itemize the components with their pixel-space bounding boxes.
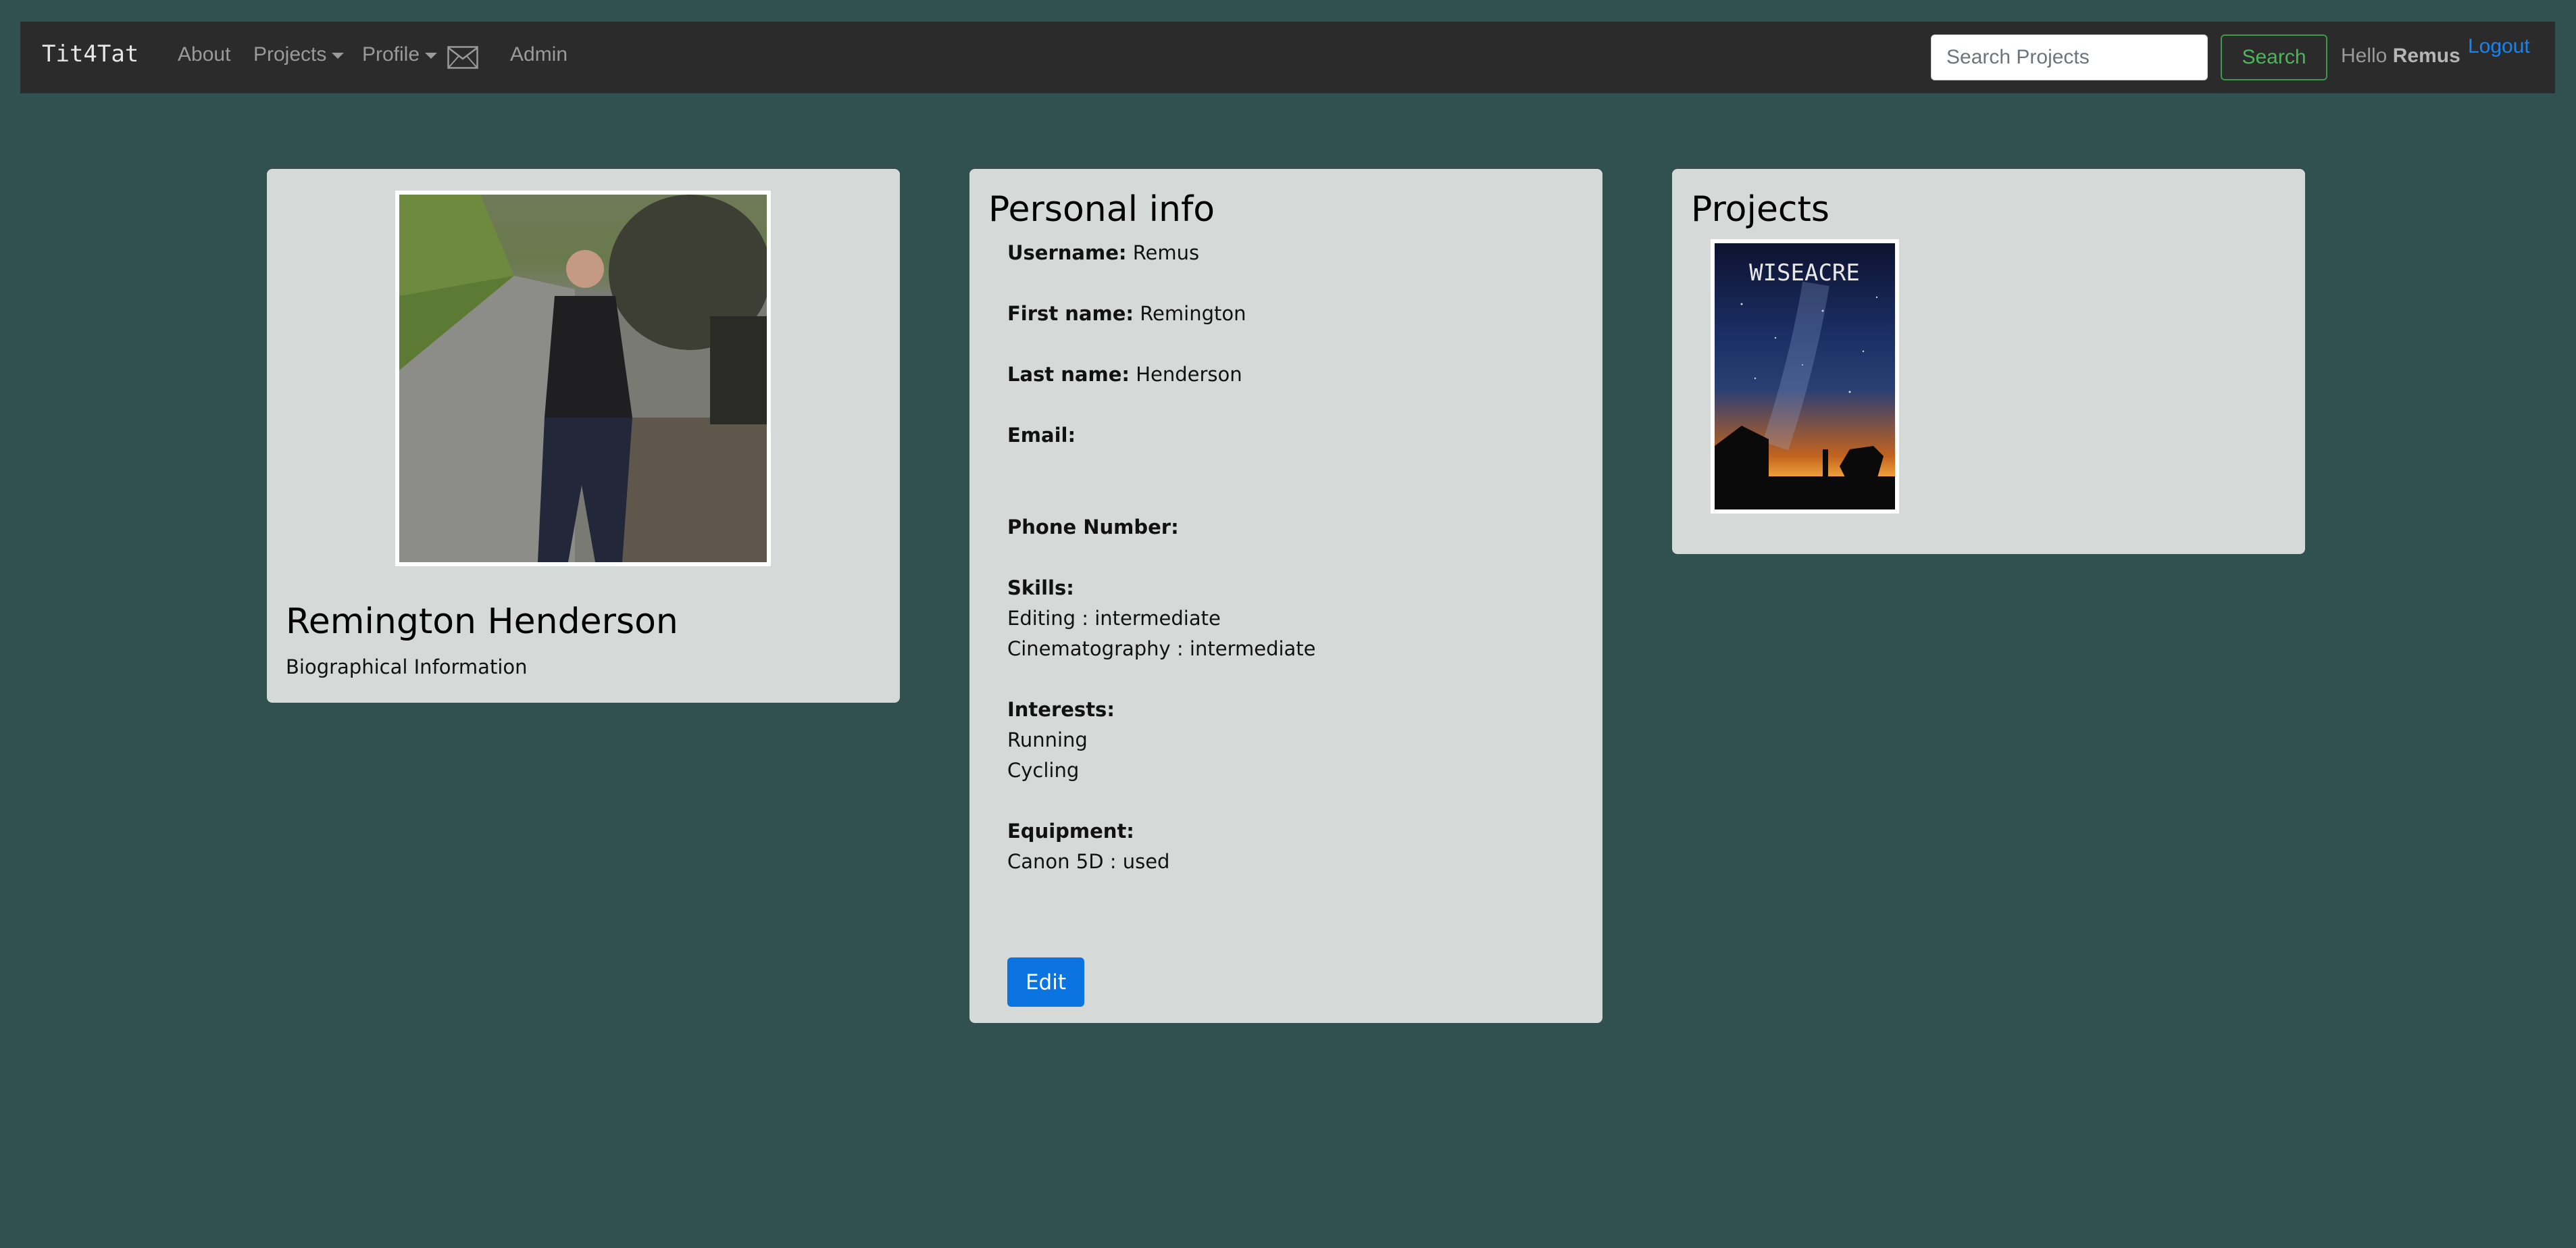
equipment-item: Canon 5D : used	[1007, 850, 1170, 873]
greeting-text: Hello	[2341, 45, 2388, 67]
first-name-label: First name:	[1007, 302, 1134, 325]
nav-profile-label: Profile	[362, 43, 420, 66]
phone-label: Phone Number:	[1007, 516, 1179, 539]
edit-button[interactable]: Edit	[1007, 957, 1084, 1007]
username-value: Remus	[1132, 241, 1200, 264]
project-poster-image: WISEACRE	[1715, 243, 1895, 509]
phone-field: Phone Number:	[1007, 512, 1179, 543]
profile-photo	[395, 191, 771, 566]
profile-photo-illustration	[399, 195, 767, 562]
username-label: Username:	[1007, 241, 1127, 264]
logout-link[interactable]: Logout	[2468, 35, 2530, 58]
first-name-field: First name: Remington	[1007, 299, 1246, 329]
first-name-value: Remington	[1140, 302, 1246, 325]
brand-logo[interactable]: Tit4Tat	[42, 41, 138, 68]
email-field: Email:	[1007, 420, 1076, 451]
nav-profile-dropdown[interactable]: Profile	[362, 43, 438, 66]
profile-card: Remington Henderson Biographical Informa…	[267, 169, 900, 703]
caret-down-icon	[425, 52, 438, 59]
personal-info-title: Personal info	[988, 189, 1215, 230]
greeting-username: Remus	[2392, 45, 2460, 67]
last-name-value: Henderson	[1136, 363, 1242, 386]
last-name-label: Last name:	[1007, 363, 1130, 386]
envelope-icon[interactable]	[447, 46, 478, 69]
interests-label: Interests:	[1007, 698, 1115, 721]
nav-projects-label: Projects	[253, 43, 327, 66]
search-input[interactable]	[1931, 34, 2208, 80]
last-name-field: Last name: Henderson	[1007, 359, 1242, 390]
equipment-label: Equipment:	[1007, 820, 1134, 843]
projects-card: Projects WISEACRE	[1672, 169, 2305, 554]
project-thumbnail[interactable]: WISEACRE	[1711, 239, 1899, 514]
greeting: Hello Remus	[2341, 45, 2460, 68]
project-poster-illustration: WISEACRE	[1715, 259, 1895, 509]
navbar: Tit4Tat About Projects Profile Admin Sea…	[20, 22, 2555, 93]
nav-admin[interactable]: Admin	[510, 43, 567, 66]
skill-item: Editing : intermediate	[1007, 607, 1221, 630]
email-label: Email:	[1007, 424, 1076, 447]
skill-item: Cinematography : intermediate	[1007, 637, 1316, 660]
personal-info-card: Personal info Username: Remus First name…	[969, 169, 1602, 1023]
profile-photo-image	[399, 195, 767, 562]
interest-item: Running	[1007, 728, 1088, 751]
search-button[interactable]: Search	[2221, 34, 2327, 80]
projects-title: Projects	[1691, 189, 1830, 230]
profile-bio: Biographical Information	[286, 655, 528, 678]
poster-title-text: WISEACRE	[1749, 259, 1860, 286]
interest-item: Cycling	[1007, 759, 1080, 782]
nav-about[interactable]: About	[178, 43, 230, 66]
caret-down-icon	[332, 52, 345, 59]
username-field: Username: Remus	[1007, 238, 1199, 268]
profile-name: Remington Henderson	[286, 601, 678, 642]
skills-label: Skills:	[1007, 576, 1074, 599]
nav-projects-dropdown[interactable]: Projects	[253, 43, 345, 66]
